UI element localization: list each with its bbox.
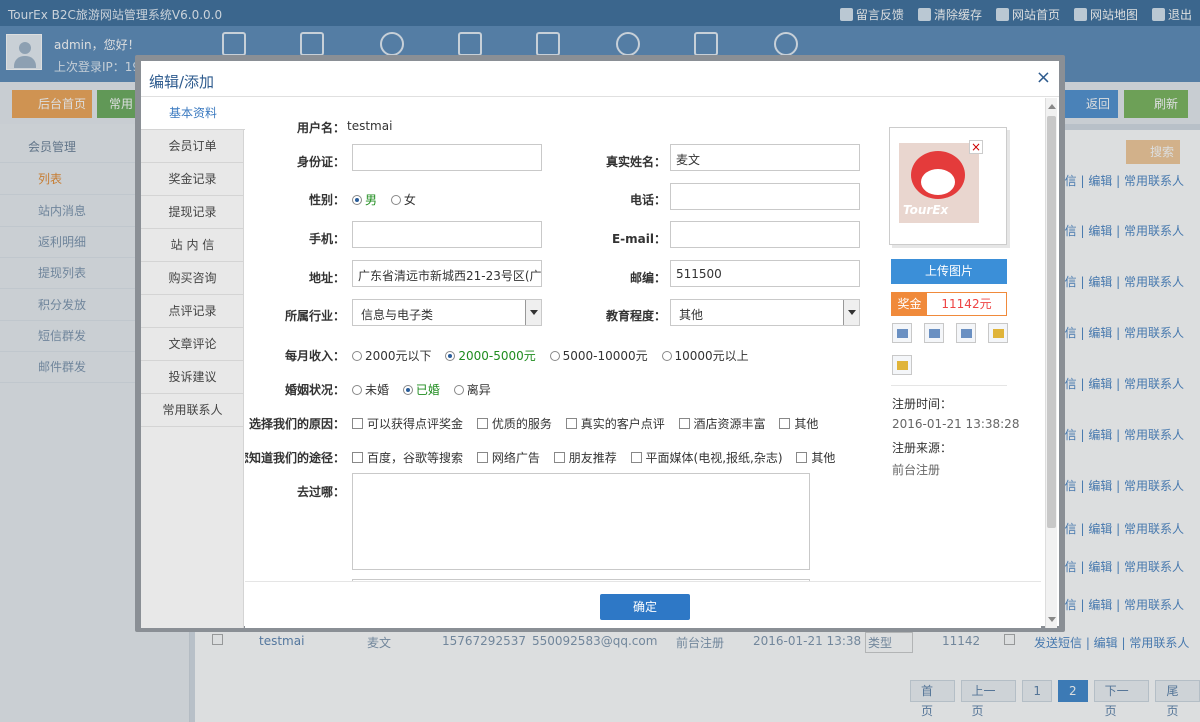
username-label: 用户名： [296, 121, 345, 135]
tab-orders[interactable]: 会员订单 [141, 130, 244, 163]
marital-option[interactable]: 未婚 [352, 383, 389, 397]
username-value: testmai [347, 119, 393, 133]
marital-label: 婚姻状况： [284, 383, 345, 397]
visited-textarea[interactable] [352, 473, 810, 570]
reason-checkbox[interactable]: 酒店资源丰富 [678, 417, 766, 431]
edit-dialog: 编辑/添加 × 基本资料 会员订单 奖金记录 提现记录 站 内 信 购买咨询 点… [135, 55, 1065, 632]
avatar-photo: TourEx [899, 143, 979, 223]
bonus-box: 奖金 11142元 [891, 292, 1007, 316]
photo-card: TourEx × [889, 127, 1007, 245]
address-field[interactable]: 广东省清远市新城西21-23号区(广清大 [352, 260, 542, 287]
idcard-label: 身份证： [296, 155, 345, 169]
tab-article-comments[interactable]: 文章评论 [141, 328, 244, 361]
mobile-field[interactable] [352, 221, 542, 248]
phone-label: 电话： [629, 193, 666, 207]
idcard-field[interactable] [352, 144, 542, 171]
dialog-scrollbar[interactable] [1045, 98, 1057, 628]
remove-photo-icon[interactable]: × [969, 140, 983, 154]
reason-group: 可以获得点评奖金 优质的服务 真实的客户点评 酒店资源丰富 其他 [352, 415, 828, 432]
form-area: 用户名： testmai 身份证： 真实姓名： 麦文 性别： 男 女 电话： 手… [245, 97, 1042, 581]
bonus-value: 11142元 [941, 297, 992, 311]
lock-icon[interactable] [892, 355, 912, 375]
reason-checkbox[interactable]: 真实的客户点评 [565, 417, 665, 431]
tab-withdraw-records[interactable]: 提现记录 [141, 196, 244, 229]
education-label: 教育程度： [605, 309, 666, 323]
chevron-down-icon [843, 300, 859, 325]
reason-checkbox[interactable]: 优质的服务 [476, 417, 552, 431]
channel-label: 您知道我们的途径： [245, 451, 345, 465]
dialog-title: 编辑/添加 [149, 73, 215, 91]
add-user-icon[interactable] [988, 323, 1008, 343]
tab-complaints[interactable]: 投诉建议 [141, 361, 244, 394]
realname-label: 真实姓名： [605, 155, 666, 169]
email-icon[interactable] [956, 323, 976, 343]
address-label: 地址： [308, 271, 345, 285]
mail-icon[interactable] [892, 323, 912, 343]
chevron-down-icon [525, 300, 541, 325]
gender-female-radio[interactable]: 女 [390, 193, 416, 207]
zip-field[interactable]: 511500 [670, 260, 860, 287]
channel-checkbox[interactable]: 朋友推荐 [553, 451, 617, 465]
income-option[interactable]: 10000元以上 [661, 349, 749, 363]
income-group: 2000元以下 2000-5000元 5000-10000元 10000元以上 [352, 347, 759, 364]
industry-select[interactable]: 信息与电子类 [352, 299, 542, 326]
tab-inquiries[interactable]: 购买咨询 [141, 262, 244, 295]
tab-bonus-records[interactable]: 奖金记录 [141, 163, 244, 196]
phone-field[interactable] [670, 183, 860, 210]
upload-image-button[interactable]: 上传图片 [891, 259, 1007, 284]
realname-field[interactable]: 麦文 [670, 144, 860, 171]
mobile-label: 手机： [308, 232, 345, 246]
divider [891, 385, 1007, 386]
income-option[interactable]: 5000-10000元 [549, 349, 648, 363]
zip-label: 邮编： [629, 271, 666, 285]
tab-messages[interactable]: 站 内 信 [141, 229, 244, 262]
bonus-label: 奖金 [892, 293, 927, 315]
dialog-header: 编辑/添加 × [141, 61, 1059, 97]
tab-reviews[interactable]: 点评记录 [141, 295, 244, 328]
reg-time-value: 2016-01-21 13:38:28 [892, 417, 1020, 431]
email-label: E-mail： [611, 232, 666, 246]
reg-time-label: 注册时间： [892, 397, 953, 411]
reason-label: 选择我们的原因： [248, 417, 345, 431]
reg-source-label: 注册来源： [892, 441, 953, 455]
marital-option[interactable]: 已婚 [402, 383, 440, 397]
photo-watermark: TourEx [903, 203, 949, 217]
channel-checkbox[interactable]: 网络广告 [476, 451, 540, 465]
income-label: 每月收入： [284, 349, 345, 363]
industry-label: 所属行业： [284, 309, 345, 323]
income-option[interactable]: 2000-5000元 [445, 349, 536, 363]
fox-face [921, 169, 955, 195]
reg-source-value: 前台注册 [892, 463, 941, 477]
reason-checkbox[interactable]: 可以获得点评奖金 [352, 417, 463, 431]
channel-checkbox[interactable]: 百度，谷歌等搜索 [352, 451, 463, 465]
education-select[interactable]: 其他 [670, 299, 860, 326]
tab-basic-info[interactable]: 基本资料 [141, 97, 245, 130]
gender-group: 男 女 [352, 191, 426, 208]
channel-checkbox[interactable]: 平面媒体(电视,报纸,杂志) [630, 451, 783, 465]
phone-icon[interactable] [924, 323, 944, 343]
visited-label: 去过哪： [296, 485, 345, 499]
marital-option[interactable]: 离异 [453, 383, 491, 397]
close-icon[interactable]: × [1036, 67, 1051, 88]
dialog-footer: 确定 [245, 581, 1041, 628]
confirm-button[interactable]: 确定 [600, 594, 690, 620]
reason-checkbox[interactable]: 其他 [779, 417, 818, 431]
tab-contacts[interactable]: 常用联系人 [141, 394, 244, 427]
income-option[interactable]: 2000元以下 [352, 349, 432, 363]
gender-label: 性别： [308, 193, 345, 207]
gender-male-radio[interactable]: 男 [352, 193, 377, 207]
dialog-tabs: 基本资料 会员订单 奖金记录 提现记录 站 内 信 购买咨询 点评记录 文章评论… [141, 97, 245, 628]
scroll-down-icon[interactable] [1048, 617, 1056, 622]
scroll-thumb[interactable] [1047, 116, 1056, 528]
scroll-up-icon[interactable] [1048, 104, 1056, 109]
marital-group: 未婚 已婚 离异 [352, 381, 501, 398]
channel-checkbox[interactable]: 其他 [796, 451, 835, 465]
channel-group: 百度，谷歌等搜索 网络广告 朋友推荐 平面媒体(电视,报纸,杂志) 其他 [352, 449, 845, 466]
email-field[interactable] [670, 221, 860, 248]
